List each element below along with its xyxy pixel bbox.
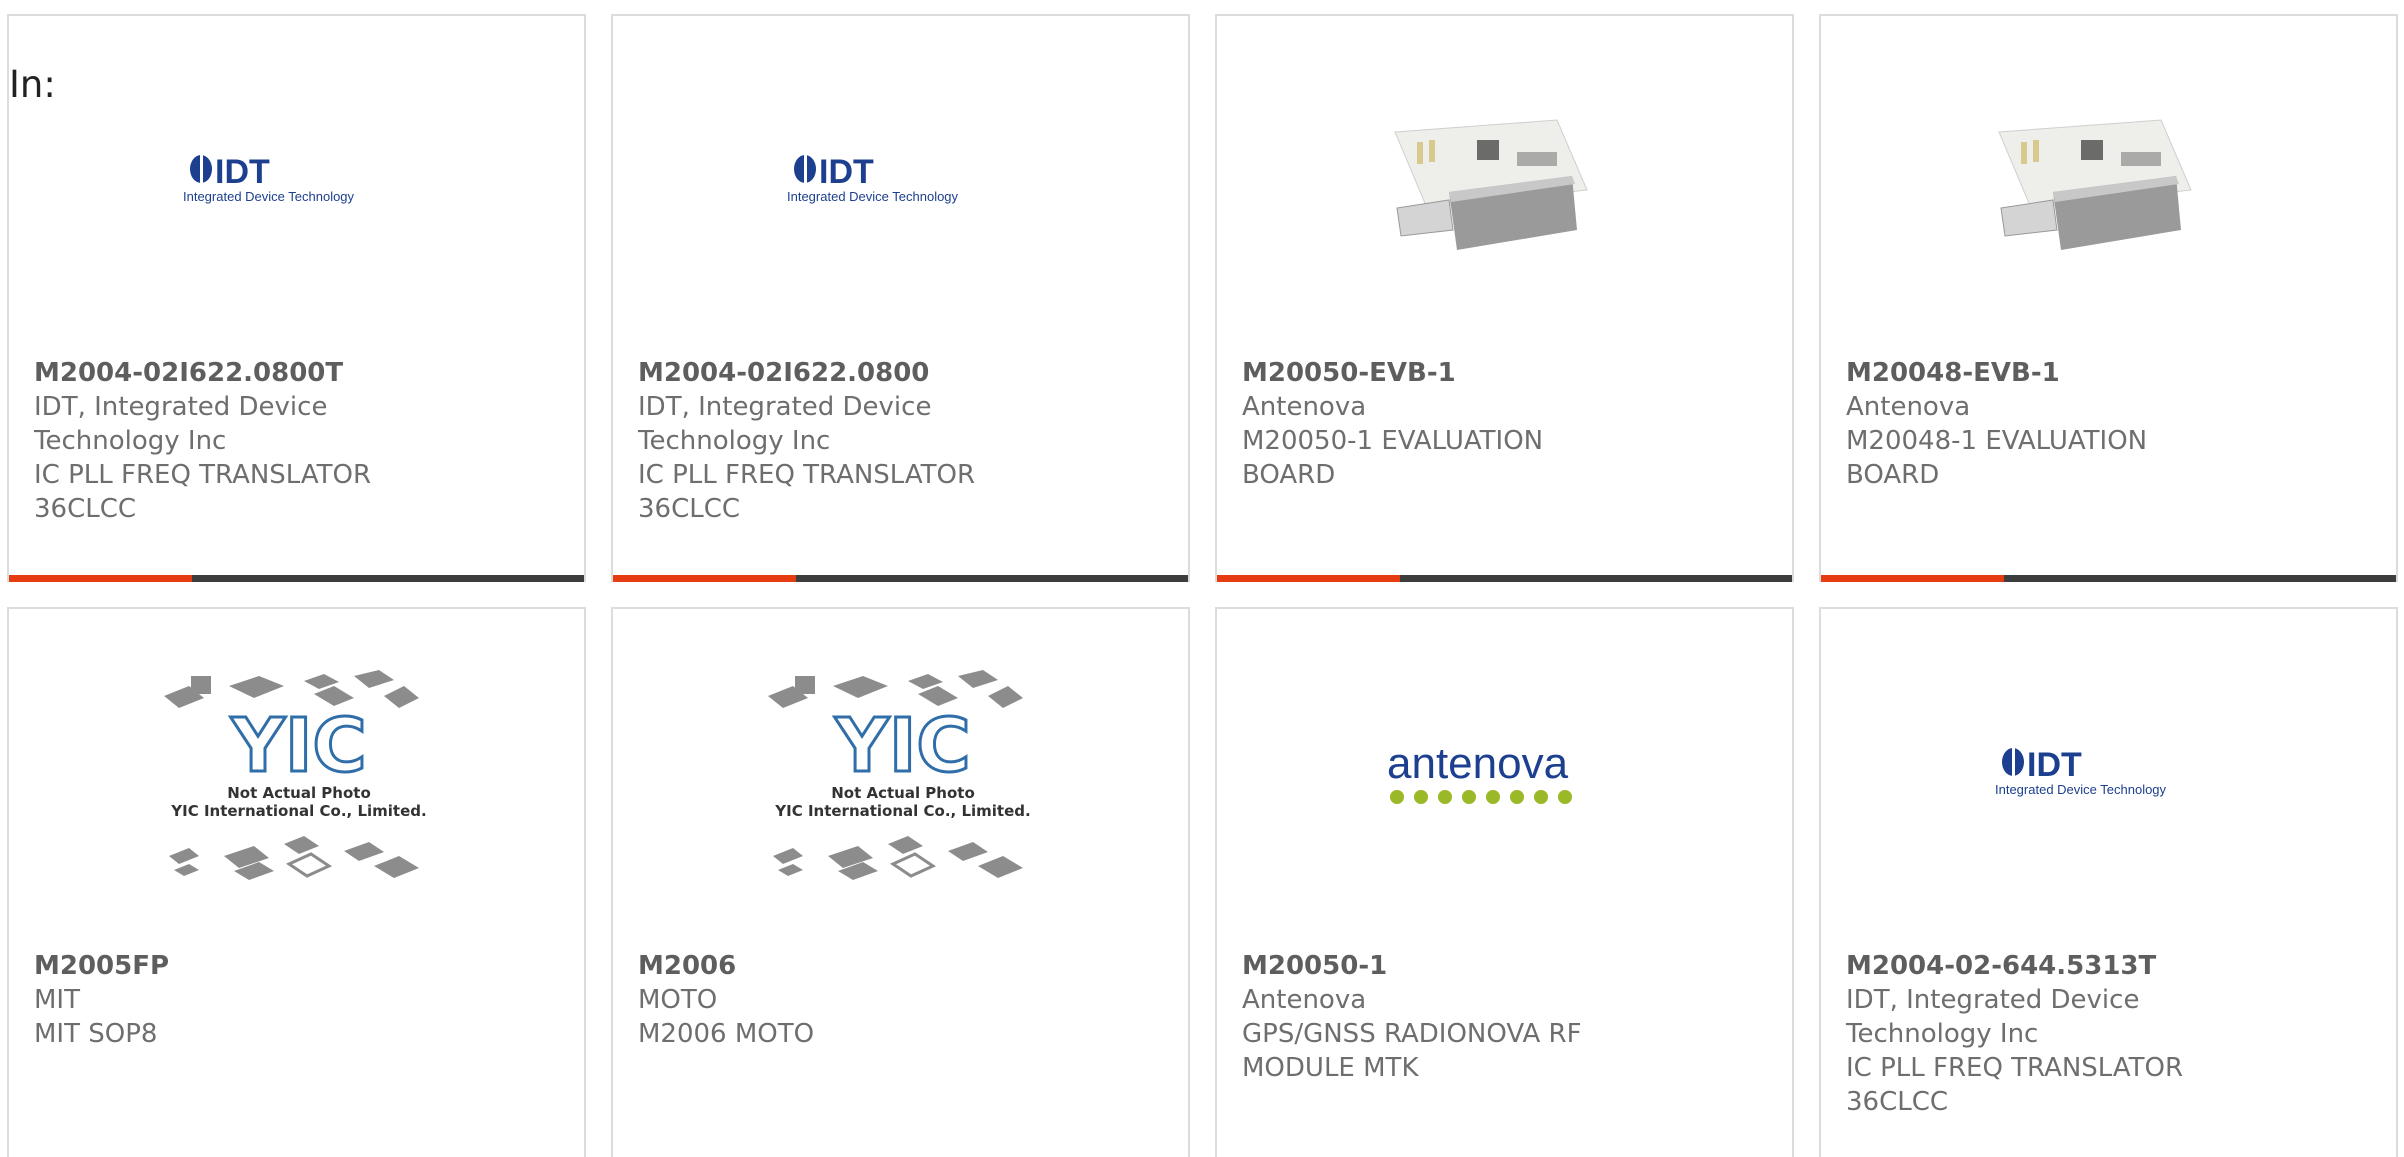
filter-in-label: In: — [9, 63, 56, 106]
idt-subtitle: Integrated Device Technology — [1995, 782, 2167, 797]
part-number[interactable]: M2004-02-644.5313T — [1846, 949, 2246, 983]
product-image[interactable] — [1387, 80, 1593, 286]
usb-eval-board-icon — [1998, 119, 2192, 250]
antenova-logo-icon: antenova — [1387, 739, 1572, 804]
placeholder-line2: YIC International Co., Limited. — [170, 802, 426, 820]
manufacturer: Antenova — [1242, 392, 1367, 422]
idt-mark: IDT — [215, 153, 270, 191]
placeholder-line1: Not Actual Photo — [831, 784, 975, 802]
manufacturer: MIT — [34, 985, 80, 1015]
product-image[interactable]: IDT Integrated Device Technology — [783, 80, 989, 286]
part-number[interactable]: M2005FP — [34, 949, 434, 983]
product-card[interactable]: IDT Integrated Device Technology M2004-0… — [1819, 607, 2398, 1157]
part-number[interactable]: M20050-EVB-1 — [1242, 356, 1642, 390]
part-number[interactable]: M2004-02I622.0800T — [34, 356, 434, 390]
product-image[interactable]: YIC Not Actual Photo YIC International C… — [763, 670, 1043, 880]
idt-subtitle: Integrated Device Technology — [787, 189, 959, 204]
part-number[interactable]: M20050-1 — [1242, 949, 1642, 983]
product-info: M20048-EVB-1 Antenova M20048-1 EVALUATIO… — [1846, 356, 2246, 492]
product-image[interactable]: YIC Not Actual Photo YIC International C… — [159, 670, 439, 880]
idt-mark: IDT — [819, 153, 874, 191]
manufacturer: Antenova — [1846, 392, 1971, 422]
product-card[interactable]: YIC Not Actual Photo YIC International C… — [611, 607, 1190, 1157]
placeholder-line2: YIC International Co., Limited. — [774, 802, 1030, 820]
svg-text:YIC: YIC — [834, 703, 970, 789]
idt-subtitle: Integrated Device Technology — [183, 189, 355, 204]
idt-mark: IDT — [2027, 746, 2082, 784]
description: GPS/GNSS RADIONOVA RF MODULE MTK — [1242, 1019, 1582, 1083]
product-grid-page: In: IDT Integrated Device Technology M20… — [0, 0, 2404, 1157]
product-info: M2004-02-644.5313T IDT, Integrated Devic… — [1846, 949, 2246, 1119]
manufacturer: IDT, Integrated Device Technology Inc — [1846, 985, 2140, 1049]
card-footer-accent — [1821, 575, 2004, 582]
product-image[interactable]: IDT Integrated Device Technology — [179, 80, 385, 286]
description: IC PLL FREQ TRANSLATOR 36CLCC — [34, 460, 372, 524]
description: IC PLL FREQ TRANSLATOR 36CLCC — [638, 460, 976, 524]
description: IC PLL FREQ TRANSLATOR 36CLCC — [1846, 1053, 2184, 1117]
description: M2006 MOTO — [638, 1019, 815, 1049]
product-image[interactable]: antenova — [1387, 673, 1593, 879]
card-footer-bar — [613, 575, 1188, 582]
manufacturer: IDT, Integrated Device Technology Inc — [34, 392, 328, 456]
card-footer-accent — [9, 575, 192, 582]
manufacturer: MOTO — [638, 985, 718, 1015]
idt-logo-icon: IDT Integrated Device Technology — [1995, 746, 2167, 797]
product-info: M20050-1 Antenova GPS/GNSS RADIONOVA RF … — [1242, 949, 1642, 1085]
card-footer-accent — [613, 575, 796, 582]
idt-logo-icon: IDT Integrated Device Technology — [183, 153, 355, 204]
product-image[interactable]: IDT Integrated Device Technology — [1991, 673, 2197, 879]
description: MIT SOP8 — [34, 1019, 158, 1049]
product-info: M2005FP MIT MIT SOP8 — [34, 949, 434, 1051]
card-footer-bar — [1821, 575, 2396, 582]
antenova-mark: antenova — [1387, 739, 1569, 788]
usb-eval-board-icon — [1394, 119, 1588, 250]
product-info: M2004-02I622.0800 IDT, Integrated Device… — [638, 356, 1038, 526]
product-image[interactable] — [1991, 80, 2197, 286]
part-number[interactable]: M2006 — [638, 949, 1038, 983]
idt-logo-icon: IDT Integrated Device Technology — [787, 153, 959, 204]
card-footer-bar — [9, 575, 584, 582]
description: M20048-1 EVALUATION BOARD — [1846, 426, 2148, 490]
svg-text:YIC: YIC — [230, 703, 366, 789]
part-number[interactable]: M20048-EVB-1 — [1846, 356, 2246, 390]
product-card[interactable]: IDT Integrated Device Technology M2004-0… — [611, 14, 1190, 582]
product-card[interactable]: antenova M20050-1 Antenova GPS/GNSS RADI… — [1215, 607, 1794, 1157]
product-info: M2006 MOTO M2006 MOTO — [638, 949, 1038, 1051]
product-card[interactable]: M20048-EVB-1 Antenova M20048-1 EVALUATIO… — [1819, 14, 2398, 582]
description: M20050-1 EVALUATION BOARD — [1242, 426, 1544, 490]
yic-placeholder-icon: YIC Not Actual Photo YIC International C… — [164, 670, 427, 880]
product-info: M20050-EVB-1 Antenova M20050-1 EVALUATIO… — [1242, 356, 1642, 492]
product-card[interactable]: In: IDT Integrated Device Technology M20… — [7, 14, 586, 582]
card-footer-bar — [1217, 575, 1792, 582]
manufacturer: IDT, Integrated Device Technology Inc — [638, 392, 932, 456]
yic-placeholder-icon: YIC Not Actual Photo YIC International C… — [768, 670, 1031, 880]
card-footer-accent — [1217, 575, 1400, 582]
product-grid: In: IDT Integrated Device Technology M20… — [7, 14, 2398, 1157]
manufacturer: Antenova — [1242, 985, 1367, 1015]
part-number[interactable]: M2004-02I622.0800 — [638, 356, 1038, 390]
placeholder-line1: Not Actual Photo — [227, 784, 371, 802]
product-card[interactable]: M20050-EVB-1 Antenova M20050-1 EVALUATIO… — [1215, 14, 1794, 582]
product-info: M2004-02I622.0800T IDT, Integrated Devic… — [34, 356, 434, 526]
product-card[interactable]: YIC Not Actual Photo YIC International C… — [7, 607, 586, 1157]
